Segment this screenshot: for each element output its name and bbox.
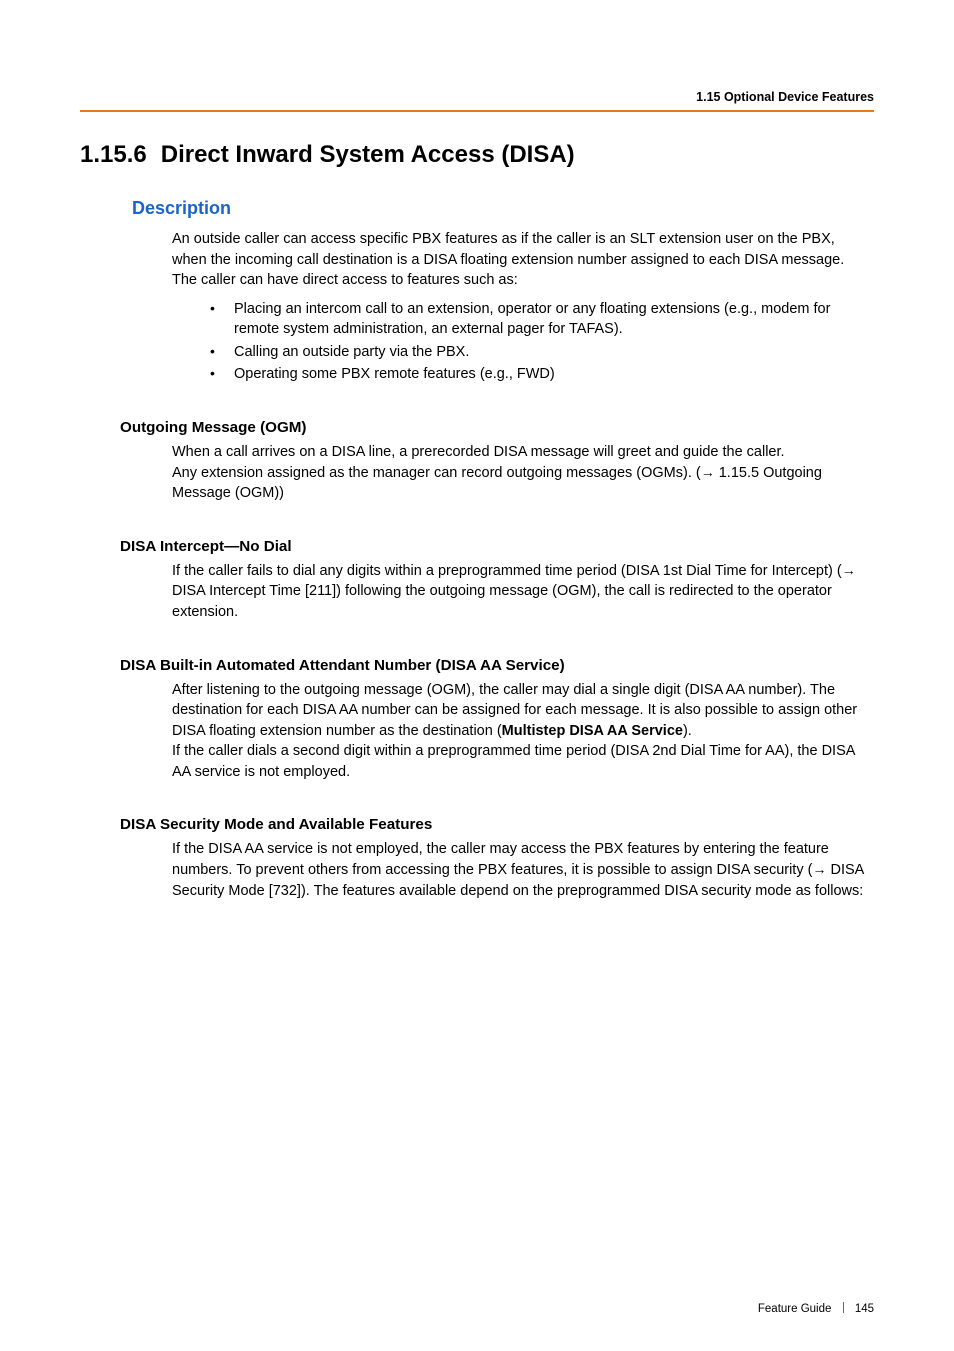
arrow-icon: → [812, 861, 826, 877]
nodial-body-b: DISA Intercept Time [211]) following the… [172, 583, 832, 620]
bullet-item: Placing an intercom call to an extension… [210, 299, 874, 340]
description-bullets: Placing an intercom call to an extension… [172, 299, 874, 385]
ogm-body-line2a: Any extension assigned as the manager ca… [172, 465, 701, 481]
footer-separator [843, 1302, 844, 1313]
description-intro: An outside caller can access specific PB… [172, 229, 864, 291]
aa-body-1b: ). [683, 723, 692, 739]
aa-heading: DISA Built-in Automated Attendant Number… [120, 657, 874, 674]
aa-body-bold: Multistep DISA AA Service [502, 723, 683, 739]
ogm-body: When a call arrives on a DISA line, a pr… [172, 442, 864, 504]
footer-label: Feature Guide [758, 1303, 832, 1315]
nodial-body-a: If the caller fails to dial any digits w… [172, 563, 842, 579]
arrow-icon: → [701, 464, 715, 480]
nodial-body: If the caller fails to dial any digits w… [172, 561, 864, 623]
page: 1.15 Optional Device Features 1.15.6 Dire… [0, 0, 954, 1351]
section-number: 1.15.6 [80, 140, 147, 170]
page-title: 1.15.6 Direct Inward System Access (DISA) [80, 140, 874, 170]
aa-body: After listening to the outgoing message … [172, 680, 864, 783]
nodial-heading: DISA Intercept—No Dial [120, 538, 874, 555]
security-body: If the DISA AA service is not employed, … [172, 839, 864, 901]
section-name: Direct Inward System Access (DISA) [161, 141, 575, 168]
bullet-item: Operating some PBX remote features (e.g.… [210, 364, 874, 385]
security-body-a: If the DISA AA service is not employed, … [172, 841, 829, 878]
footer-page-number: 145 [855, 1303, 874, 1315]
ogm-heading: Outgoing Message (OGM) [120, 419, 874, 436]
page-footer: Feature Guide 145 [758, 1302, 874, 1315]
bullet-item: Calling an outside party via the PBX. [210, 342, 874, 363]
header-rule [80, 110, 874, 112]
ogm-body-line1: When a call arrives on a DISA line, a pr… [172, 444, 785, 460]
aa-body-2: If the caller dials a second digit withi… [172, 743, 855, 780]
description-heading: Description [132, 198, 874, 219]
arrow-icon: → [842, 562, 856, 578]
security-heading: DISA Security Mode and Available Feature… [120, 816, 874, 833]
running-head: 1.15 Optional Device Features [80, 90, 874, 104]
